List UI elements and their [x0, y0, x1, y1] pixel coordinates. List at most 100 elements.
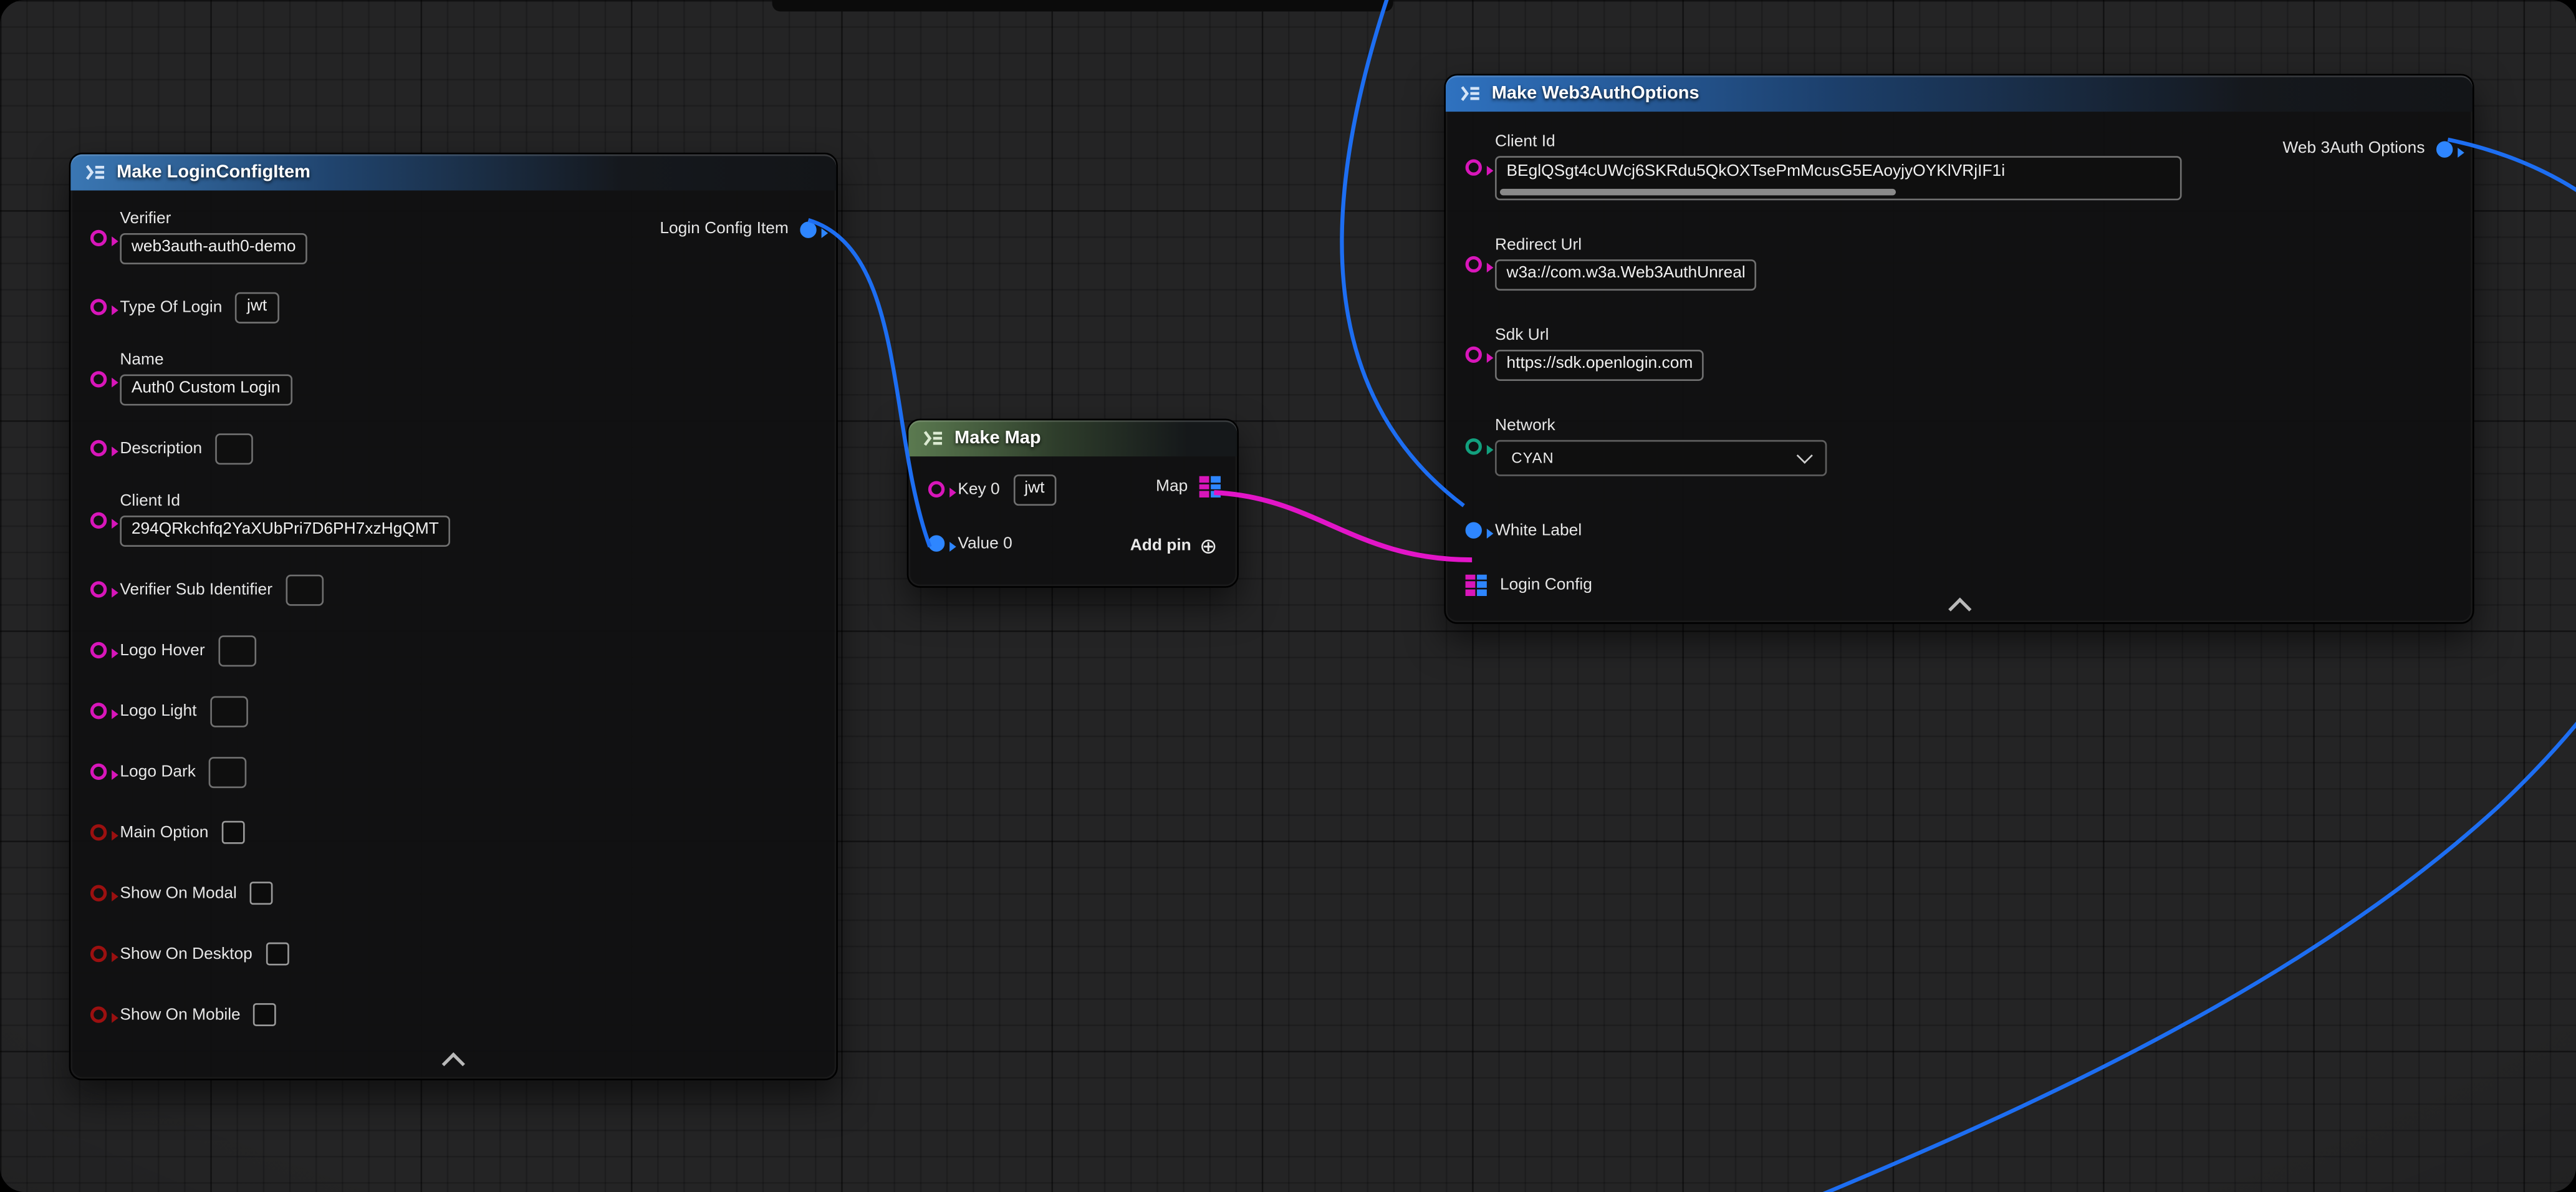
show-on-desktop-pin[interactable]: [90, 946, 107, 962]
pin-row-main-option: Main Option: [70, 816, 836, 849]
main-option-checkbox[interactable]: [222, 821, 245, 844]
white-label-pin[interactable]: [1466, 522, 1482, 538]
verifier-label: Verifier: [120, 210, 307, 228]
node-header[interactable]: Make Map: [908, 420, 1237, 456]
verifier-sub-identifier-label: Verifier Sub Identifier: [120, 580, 272, 598]
show-on-modal-checkbox[interactable]: [250, 882, 273, 905]
show-on-mobile-pin[interactable]: [90, 1006, 107, 1022]
make-struct-icon: [1459, 82, 1482, 105]
login-config-label: Login Config: [1500, 575, 1592, 594]
name-pin[interactable]: [90, 370, 107, 387]
node-header[interactable]: Make LoginConfigItem: [70, 155, 836, 191]
logo-hover-label: Logo Hover: [120, 641, 204, 659]
logo-dark-label: Logo Dark: [120, 762, 196, 781]
blueprint-canvas[interactable]: Make LoginConfigItem Login Config Item V…: [0, 0, 2576, 1192]
pin-row-redirect-url: Redirect Url w3a://com.w3a.Web3AuthUnrea…: [1446, 236, 2473, 291]
description-pin[interactable]: [90, 440, 107, 456]
client-id-input[interactable]: BEglQSgt4cUWcj6SKRdu5QkOXTsePmMcusG5EAoy…: [1495, 156, 2182, 200]
node-title: Make Web3AuthOptions: [1492, 84, 1699, 103]
key0-pin[interactable]: [928, 481, 944, 497]
pin-row-show-on-desktop: Show On Desktop: [70, 938, 836, 971]
show-on-modal-label: Show On Modal: [120, 884, 237, 902]
client-id-text: BEglQSgt4cUWcj6SKRdu5QkOXTsePmMcusG5EAoy…: [1506, 163, 2005, 181]
login-config-pin[interactable]: [1466, 574, 1487, 595]
redirect-url-input[interactable]: w3a://com.w3a.Web3AuthUnreal: [1495, 259, 1757, 291]
value0-pin[interactable]: [928, 536, 944, 552]
client-id-pin[interactable]: [1466, 158, 1482, 175]
type-of-login-pin[interactable]: [90, 299, 107, 315]
logo-light-pin[interactable]: [90, 703, 107, 719]
logo-hover-pin[interactable]: [90, 642, 107, 658]
logo-dark-pin[interactable]: [90, 764, 107, 780]
key0-label: Key 0: [958, 480, 999, 498]
show-on-desktop-checkbox[interactable]: [266, 943, 289, 966]
show-on-mobile-checkbox[interactable]: [254, 1003, 277, 1026]
client-id-label: Client Id: [120, 493, 450, 511]
client-id-pin[interactable]: [90, 511, 107, 527]
key0-input[interactable]: jwt: [1013, 474, 1056, 505]
verifier-sub-identifier-pin[interactable]: [90, 581, 107, 597]
show-on-mobile-label: Show On Mobile: [120, 1006, 240, 1024]
logo-hover-input[interactable]: [218, 635, 256, 666]
make-struct-icon: [84, 161, 107, 184]
add-pin-icon: ⊕: [1199, 536, 1218, 557]
node-make-map[interactable]: Make Map Map Key 0 jwt Value 0 Add pin: [907, 419, 1239, 588]
logo-dark-input[interactable]: [209, 756, 247, 787]
description-label: Description: [120, 439, 202, 457]
show-on-desktop-label: Show On Desktop: [120, 945, 252, 963]
add-pin-button[interactable]: Add pin ⊕: [1130, 536, 1218, 557]
type-of-login-input[interactable]: jwt: [236, 291, 279, 322]
output-pin-row: Web 3Auth Options: [2282, 140, 2453, 158]
value0-label: Value 0: [958, 534, 1012, 552]
node-header[interactable]: Make Web3AuthOptions: [1446, 75, 2473, 112]
redirect-url-pin[interactable]: [1466, 256, 1482, 272]
verifier-pin[interactable]: [90, 229, 107, 245]
verifier-input[interactable]: web3auth-auth0-demo: [120, 233, 307, 264]
main-option-label: Main Option: [120, 824, 208, 842]
pin-row-name: Name Auth0 Custom Login: [70, 352, 836, 406]
white-label-label: White Label: [1495, 521, 1582, 539]
pin-row-white-label: White Label: [1446, 512, 2473, 549]
output-pin-row: Login Config Item: [660, 220, 816, 238]
network-dropdown[interactable]: CYAN: [1495, 440, 1827, 476]
map-output-label: Map: [1156, 478, 1188, 496]
pin-row-sdk-url: Sdk Url https://sdk.openlogin.com: [1446, 327, 2473, 381]
redirect-url-label: Redirect Url: [1495, 236, 1757, 254]
logo-light-input[interactable]: [210, 695, 248, 726]
name-label: Name: [120, 352, 292, 370]
offscreen-node: [772, 0, 1393, 11]
sdk-url-input[interactable]: https://sdk.openlogin.com: [1495, 350, 1704, 381]
main-option-pin[interactable]: [90, 824, 107, 840]
show-on-modal-pin[interactable]: [90, 885, 107, 901]
collapse-node-button[interactable]: [1941, 594, 1977, 617]
client-id-input[interactable]: 294QRkchfq2YaXUbPri7D6PH7xzHgQMT: [120, 516, 450, 547]
wire-map-to-login-config[interactable]: [1214, 493, 1472, 560]
name-input[interactable]: Auth0 Custom Login: [120, 374, 292, 405]
pin-row-network: Network CYAN: [1446, 417, 2473, 476]
network-pin[interactable]: [1466, 438, 1482, 454]
description-input[interactable]: [215, 433, 253, 464]
web3auth-options-output-pin[interactable]: [2436, 140, 2453, 156]
map-output-pin[interactable]: [1199, 476, 1221, 497]
node-make-web3authoptions[interactable]: Make Web3AuthOptions Web 3Auth Options C…: [1444, 74, 2474, 624]
pin-row-client-id: Client Id 294QRkchfq2YaXUbPri7D6PH7xzHgQ…: [70, 493, 836, 547]
add-pin-label: Add pin: [1130, 537, 1191, 555]
field-scrollbar[interactable]: [1500, 189, 1896, 196]
graph-background[interactable]: Make LoginConfigItem Login Config Item V…: [0, 0, 2576, 1192]
map-output-row: Map: [1156, 476, 1221, 497]
sdk-url-pin[interactable]: [1466, 345, 1482, 362]
type-of-login-label: Type Of Login: [120, 298, 222, 316]
verifier-sub-identifier-input[interactable]: [286, 574, 324, 605]
login-config-item-output-pin[interactable]: [800, 221, 816, 237]
make-map-icon: [921, 427, 944, 450]
client-id-label: Client Id: [1495, 133, 2182, 151]
network-selected-value: CYAN: [1511, 450, 1554, 466]
pin-row-logo-dark: Logo Dark: [70, 755, 836, 788]
collapse-node-button[interactable]: [435, 1049, 471, 1072]
node-make-loginconfigitem[interactable]: Make LoginConfigItem Login Config Item V…: [69, 153, 838, 1080]
network-label: Network: [1495, 417, 1827, 435]
chevron-up-icon: [442, 1052, 465, 1075]
pin-row-verifier-sub-identifier: Verifier Sub Identifier: [70, 573, 836, 606]
pin-row-show-on-mobile: Show On Mobile: [70, 998, 836, 1031]
node-title: Make Map: [954, 428, 1041, 448]
